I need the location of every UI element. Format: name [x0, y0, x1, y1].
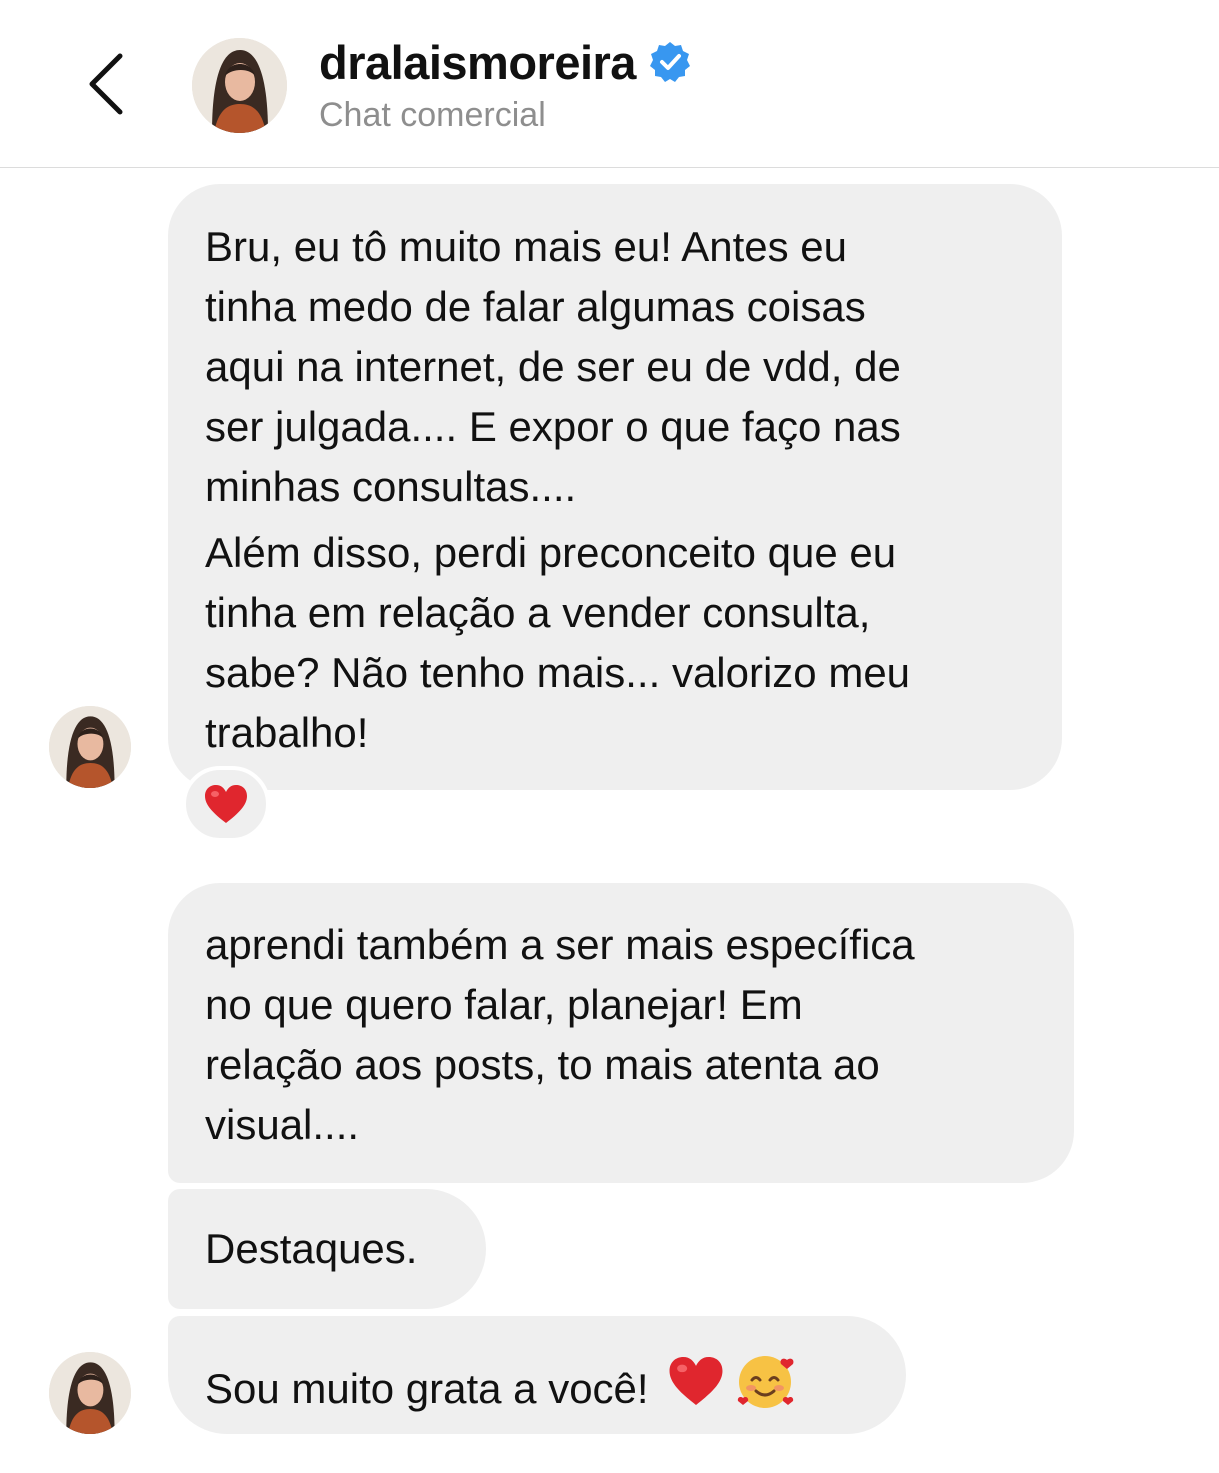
- message-reaction[interactable]: [182, 766, 270, 842]
- red-heart-icon: [205, 785, 247, 823]
- username-row[interactable]: dralaismoreira: [319, 34, 692, 90]
- avatar[interactable]: [49, 1352, 131, 1434]
- message-text: Destaques.: [205, 1225, 418, 1272]
- message-bubble[interactable]: Destaques.: [168, 1189, 486, 1309]
- message-bubble[interactable]: Sou muito grata a você!: [168, 1316, 906, 1434]
- avatar[interactable]: [49, 706, 131, 788]
- red-heart-icon: [667, 1354, 725, 1424]
- message-text: aprendi também a ser mais específica no …: [205, 921, 915, 1148]
- chat-header: dralaismoreira Chat comercial: [0, 0, 1219, 168]
- back-button[interactable]: [78, 48, 134, 120]
- message-text: Além disso, perdi preconceito que eu tin…: [205, 529, 911, 756]
- message-text: Bru, eu tô muito mais eu! Antes eu tinha…: [205, 223, 901, 510]
- chat-subtitle: Chat comercial: [319, 96, 546, 134]
- smiling-face-with-hearts-icon: [735, 1350, 797, 1428]
- username[interactable]: dralaismoreira: [319, 35, 636, 90]
- avatar[interactable]: [192, 38, 287, 133]
- verified-badge-icon: [648, 40, 692, 84]
- message-bubble[interactable]: aprendi também a ser mais específica no …: [168, 883, 1074, 1183]
- message-bubble[interactable]: Bru, eu tô muito mais eu! Antes eu tinha…: [168, 184, 1062, 790]
- message-text: Sou muito grata a você!: [205, 1364, 649, 1412]
- chevron-left-icon: [89, 53, 123, 115]
